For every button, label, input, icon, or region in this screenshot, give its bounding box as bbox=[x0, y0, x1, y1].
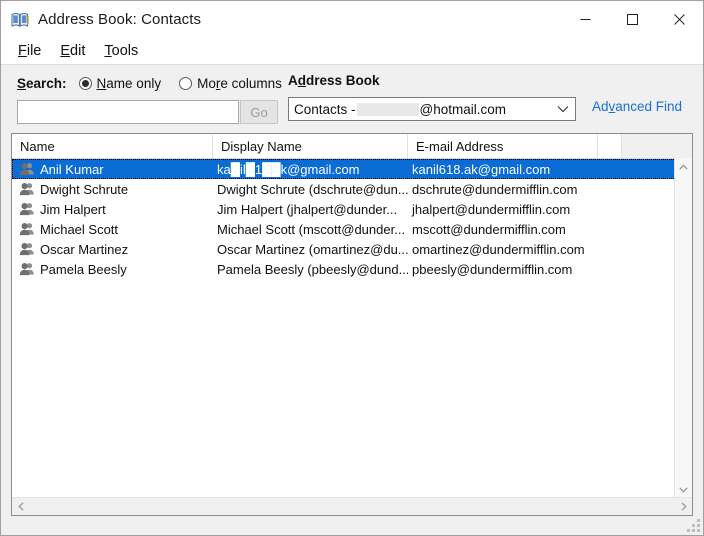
contact-icon bbox=[19, 182, 35, 197]
address-book-icon bbox=[10, 11, 30, 29]
redacted-address-block bbox=[356, 102, 419, 116]
contact-display-name: Pamela Beesly (pbeesly@dund... bbox=[217, 261, 408, 277]
radio-name-only[interactable]: Name only bbox=[78, 75, 162, 91]
contact-rows: Anil Kumar ka█il█1██k@gmail.com kanil618… bbox=[12, 159, 692, 515]
contact-email: pbeesly@dundermifflin.com bbox=[412, 261, 573, 277]
contact-name-text: Jim Halpert bbox=[40, 201, 106, 217]
chevron-down-icon[interactable] bbox=[557, 98, 569, 120]
search-label-accelerator: S bbox=[17, 75, 27, 91]
contact-display-name: Michael Scott (mscott@dunder... bbox=[217, 221, 406, 237]
menu-edit[interactable]: Edit bbox=[51, 41, 95, 62]
chevron-up-icon[interactable] bbox=[675, 158, 692, 175]
chevron-down-icon[interactable] bbox=[675, 481, 692, 498]
window-controls bbox=[562, 1, 703, 38]
menu-file[interactable]: File bbox=[9, 41, 51, 62]
contact-display-name: Jim Halpert (jhalpert@dunder... bbox=[217, 201, 398, 217]
table-row[interactable]: Pamela Beesly Pamela Beesly (pbeesly@dun… bbox=[12, 259, 692, 279]
contact-name: Dwight Schrute bbox=[12, 182, 213, 197]
radio-name-only-label: Name only bbox=[96, 75, 162, 91]
maximize-button[interactable] bbox=[609, 1, 656, 38]
status-strip bbox=[1, 516, 703, 535]
contact-icon bbox=[19, 222, 35, 237]
search-label: Search: bbox=[17, 76, 67, 91]
menu-file-accelerator: F bbox=[18, 42, 27, 59]
minimize-button[interactable] bbox=[562, 1, 609, 38]
contact-email: dschrute@dundermifflin.com bbox=[412, 181, 578, 197]
contact-name: Pamela Beesly bbox=[12, 262, 213, 277]
contact-icon bbox=[19, 162, 35, 177]
contact-name: Michael Scott bbox=[12, 222, 213, 237]
column-header-extra[interactable] bbox=[598, 134, 622, 158]
column-header-name[interactable]: Name bbox=[12, 134, 213, 158]
search-toolbar: Search: Name only More columns Address B… bbox=[1, 65, 703, 130]
contact-icon bbox=[19, 242, 35, 257]
contact-email: mscott@dundermifflin.com bbox=[412, 221, 566, 237]
contact-display-name: ka█il█1██k@gmail.com bbox=[217, 161, 360, 177]
contact-icon bbox=[19, 202, 35, 217]
address-book-window: Address Book: Contacts File Edit Tools S… bbox=[0, 0, 704, 536]
address-book-label: Address Book bbox=[288, 73, 380, 88]
contact-display-name: Oscar Martinez (omartinez@du... bbox=[217, 241, 408, 257]
title-bar[interactable]: Address Book: Contacts bbox=[1, 1, 703, 38]
address-book-select-suffix: @hotmail.com bbox=[419, 101, 507, 117]
address-book-select-prefix: Contacts - bbox=[294, 101, 356, 117]
contact-name-text: Oscar Martinez bbox=[40, 241, 129, 257]
search-input[interactable] bbox=[17, 100, 239, 124]
contact-name-text: Michael Scott bbox=[40, 221, 119, 237]
address-book-select[interactable]: Contacts - @hotmail.com bbox=[288, 97, 576, 121]
menu-edit-label: dit bbox=[70, 42, 86, 59]
chevron-right-icon[interactable] bbox=[675, 498, 692, 515]
contact-email: kanil618.ak@gmail.com bbox=[412, 161, 551, 177]
contact-email: omartinez@dundermifflin.com bbox=[412, 241, 585, 257]
table-row[interactable]: Anil Kumar ka█il█1██k@gmail.com kanil618… bbox=[12, 159, 692, 179]
contact-name: Jim Halpert bbox=[12, 202, 213, 217]
radio-more-columns-label: More columns bbox=[197, 75, 282, 91]
radio-more-columns[interactable]: More columns bbox=[179, 76, 282, 91]
radio-name-only-indicator[interactable] bbox=[78, 76, 92, 90]
menu-edit-accelerator: E bbox=[60, 42, 71, 59]
contact-name: Oscar Martinez bbox=[12, 242, 213, 257]
contacts-list: Name Display Name E-mail Address Anil Ku… bbox=[11, 133, 693, 516]
menu-tools-accelerator: T bbox=[104, 42, 112, 59]
column-header-display-name[interactable]: Display Name bbox=[213, 134, 408, 158]
advanced-find-link[interactable]: Advanced Find bbox=[592, 99, 682, 114]
contact-name: Anil Kumar bbox=[12, 162, 213, 177]
contact-name-text: Anil Kumar bbox=[40, 161, 104, 177]
table-row[interactable]: Dwight Schrute Dwight Schrute (dschrute@… bbox=[12, 179, 692, 199]
table-row[interactable]: Jim Halpert Jim Halpert (jhalpert@dunder… bbox=[12, 199, 692, 219]
window-title: Address Book: Contacts bbox=[38, 11, 202, 28]
column-header-filler bbox=[622, 134, 692, 158]
column-header-row: Name Display Name E-mail Address bbox=[12, 134, 692, 159]
contact-name-text: Dwight Schrute bbox=[40, 181, 129, 197]
contact-name-text: Pamela Beesly bbox=[40, 261, 127, 277]
close-button[interactable] bbox=[656, 1, 703, 38]
contact-display-name: Dwight Schrute (dschrute@dun... bbox=[217, 181, 408, 197]
horizontal-scrollbar[interactable] bbox=[12, 497, 692, 515]
contact-icon bbox=[19, 262, 35, 277]
vertical-scrollbar[interactable] bbox=[674, 158, 692, 498]
menu-tools[interactable]: Tools bbox=[95, 41, 148, 62]
menu-file-label: ile bbox=[26, 42, 42, 59]
search-label-text: earch: bbox=[26, 75, 67, 91]
table-row[interactable]: Oscar Martinez Oscar Martinez (omartinez… bbox=[12, 239, 692, 259]
contact-email: jhalpert@dundermifflin.com bbox=[412, 201, 571, 217]
menu-bar: File Edit Tools bbox=[1, 38, 703, 65]
column-header-email[interactable]: E-mail Address bbox=[408, 134, 598, 158]
table-row[interactable]: Michael Scott Michael Scott (mscott@dund… bbox=[12, 219, 692, 239]
radio-more-columns-indicator[interactable] bbox=[179, 76, 193, 90]
go-button[interactable]: Go bbox=[240, 100, 278, 124]
resize-grip[interactable] bbox=[687, 519, 700, 532]
chevron-left-icon[interactable] bbox=[12, 498, 29, 515]
menu-tools-label: ools bbox=[111, 42, 139, 59]
